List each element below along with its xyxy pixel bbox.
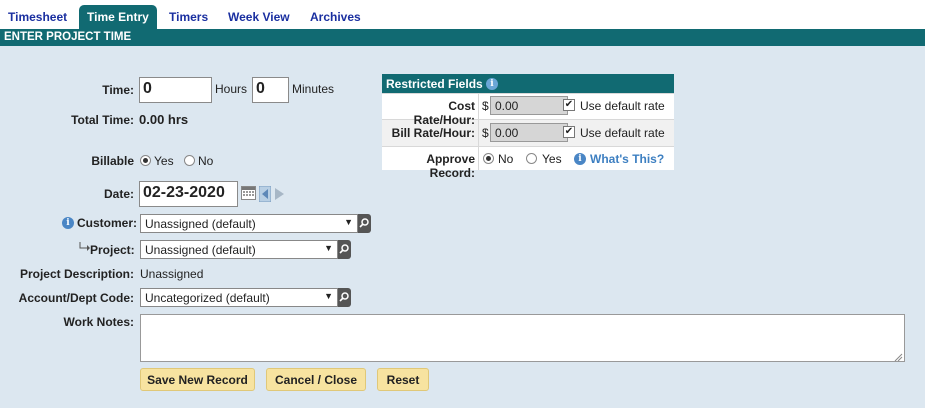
tab-timers[interactable]: Timers: [169, 10, 208, 24]
chevron-down-icon: ▼: [324, 291, 333, 301]
minutes-label: Minutes: [292, 82, 335, 96]
approve-record-label: Approve Record:: [426, 152, 475, 180]
bill-rate-default-checkbox[interactable]: ✔: [563, 126, 575, 138]
total-time-label: Total Time:: [71, 113, 134, 127]
bill-rate-label: Bill Rate/Hour:: [391, 126, 475, 140]
work-notes-textarea[interactable]: [140, 314, 905, 362]
resize-handle-icon[interactable]: [894, 351, 903, 365]
billable-yes-label: Yes: [154, 154, 174, 168]
account-dept-label: Account/Dept Code:: [18, 291, 134, 305]
column-divider: [478, 93, 479, 170]
approve-no-label: No: [498, 152, 514, 166]
restricted-info-icon[interactable]: i: [486, 78, 498, 90]
arrow-left-icon[interactable]: [258, 185, 272, 205]
billable-yes-radio[interactable]: [140, 155, 151, 166]
restricted-fields-box: Restricted Fields i Cost Rate/Hour: $ 0.…: [382, 74, 674, 180]
calendar-icon[interactable]: [241, 186, 256, 200]
billable-label: Billable: [91, 154, 134, 168]
whats-this-info-icon[interactable]: i: [574, 153, 586, 165]
approve-no-radio[interactable]: [483, 153, 494, 164]
account-dept-select-value: Uncategorized (default): [145, 291, 270, 305]
tab-time-entry[interactable]: Time Entry: [79, 5, 157, 29]
chevron-down-icon: ▼: [344, 217, 353, 227]
project-select-value: Unassigned (default): [145, 243, 256, 257]
cost-rate-input[interactable]: 0.00: [490, 96, 568, 115]
customer-select[interactable]: Unassigned (default) ▼: [140, 214, 358, 233]
project-select[interactable]: Unassigned (default) ▼: [140, 240, 338, 259]
whats-this-link[interactable]: What's This?: [590, 152, 664, 166]
tab-week-view[interactable]: Week View: [228, 10, 290, 24]
hours-label: Hours: [215, 82, 248, 96]
billable-no-radio[interactable]: [184, 155, 195, 166]
bill-rate-default-label: Use default rate: [580, 126, 665, 140]
save-new-record-button[interactable]: Save New Record: [140, 368, 255, 391]
section-title: ENTER PROJECT TIME: [0, 29, 925, 46]
customer-select-value: Unassigned (default): [145, 217, 256, 231]
customer-search-icon[interactable]: [358, 214, 371, 233]
restricted-fields-header: Restricted Fields: [382, 74, 674, 93]
date-label: Date:: [103, 187, 134, 201]
cost-rate-default-checkbox[interactable]: ✔: [563, 99, 575, 111]
time-label: Time:: [102, 83, 134, 97]
tab-bar: Timesheet Time Entry Timers Week View Ar…: [0, 0, 925, 29]
billable-no-label: No: [198, 154, 214, 168]
project-description-label: Project Description:: [19, 267, 134, 281]
cost-rate-label: Cost Rate/Hour:: [413, 99, 475, 127]
minutes-input[interactable]: 0: [252, 77, 289, 103]
arrow-right-icon[interactable]: [273, 186, 285, 205]
tab-timesheet[interactable]: Timesheet: [8, 10, 67, 24]
customer-label: Customer:: [77, 216, 138, 230]
cancel-close-button[interactable]: Cancel / Close: [266, 368, 366, 391]
reset-button[interactable]: Reset: [377, 368, 429, 391]
account-search-icon[interactable]: [338, 288, 351, 307]
cost-rate-default-label: Use default rate: [580, 99, 665, 113]
approve-yes-radio[interactable]: [526, 153, 537, 164]
tab-archives[interactable]: Archives: [310, 10, 361, 24]
cost-rate-currency: $: [482, 99, 489, 113]
customer-info-icon[interactable]: i: [62, 217, 74, 229]
date-input[interactable]: 02-23-2020: [139, 181, 238, 207]
sub-level-arrow-icon: [78, 241, 90, 255]
time-entry-panel: Time: 0 Hours 0 Minutes Total Time: 0.00…: [0, 46, 925, 408]
project-description-value: Unassigned: [140, 267, 204, 281]
project-label: Project:: [90, 243, 135, 257]
hours-input[interactable]: 0: [139, 77, 212, 103]
chevron-down-icon: ▼: [324, 243, 333, 253]
project-search-icon[interactable]: [338, 240, 351, 259]
restricted-fields-title: Restricted Fields: [386, 77, 483, 91]
bill-rate-currency: $: [482, 126, 489, 140]
work-notes-label: Work Notes:: [63, 315, 134, 329]
approve-yes-label: Yes: [542, 152, 562, 166]
bill-rate-input[interactable]: 0.00: [490, 123, 568, 142]
total-time-value: 0.00 hrs: [139, 112, 189, 127]
account-dept-select[interactable]: Uncategorized (default) ▼: [140, 288, 338, 307]
